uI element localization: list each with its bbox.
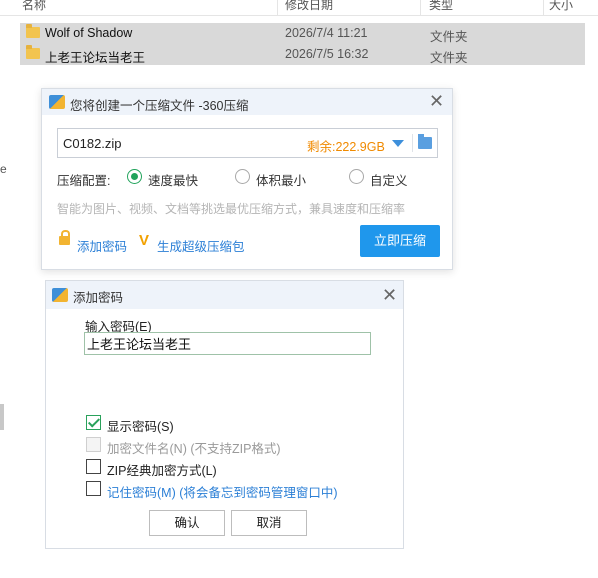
divider — [412, 134, 413, 152]
lock-icon[interactable] — [59, 230, 70, 245]
add-password-link[interactable]: 添加密码 — [77, 236, 127, 255]
column-divider[interactable] — [277, 0, 278, 16]
left-pane-selection — [0, 404, 4, 430]
password-dialog: 添加密码 ✕ 输入密码(E) 显示密码(S) 加密文件名(N) (不支持ZIP格… — [45, 280, 404, 549]
radio-fastest-label[interactable]: 速度最快 — [148, 170, 198, 189]
folder-icon — [26, 24, 40, 38]
compress-hint: 智能为图片、视频、文档等挑选最优压缩方式，兼具速度和压缩率 — [57, 202, 406, 216]
folder-browse-icon[interactable] — [418, 134, 432, 149]
compress-config-label: 压缩配置: — [57, 174, 111, 188]
folder-icon — [26, 45, 40, 59]
compress-dialog-title: 您将创建一个压缩文件 -360压缩 — [70, 99, 249, 113]
free-space-text: 剩余:222.9GB — [307, 140, 385, 154]
column-header: 名称 修改日期 类型 大小 — [0, 0, 598, 16]
password-dialog-titlebar[interactable]: 添加密码 ✕ — [46, 281, 403, 309]
left-pane-text: e — [0, 162, 7, 176]
file-name: Wolf of Shadow — [45, 26, 133, 40]
show-password-label[interactable]: 显示密码(S) — [107, 416, 174, 435]
chevron-down-icon[interactable] — [392, 140, 404, 147]
super-v-icon[interactable]: V — [139, 232, 149, 249]
password-input[interactable] — [84, 332, 371, 355]
column-date[interactable]: 修改日期 — [285, 0, 333, 13]
zip-classic-encryption-label[interactable]: ZIP经典加密方式(L) — [107, 460, 217, 479]
file-type: 文件夹 — [430, 51, 468, 65]
show-password-checkbox[interactable] — [86, 415, 101, 430]
column-type[interactable]: 类型 — [429, 0, 453, 13]
file-row[interactable]: Wolf of Shadow 2026/7/4 11:21 文件夹 — [20, 23, 585, 44]
password-dialog-title: 添加密码 — [73, 291, 124, 305]
column-divider[interactable] — [543, 0, 544, 16]
compress-dialog: 您将创建一个压缩文件 -360压缩 ✕ C0182.zip 剩余:222.9GB… — [41, 88, 453, 270]
file-date: 2026/7/4 11:21 — [285, 26, 368, 40]
360zip-app-icon — [49, 95, 65, 109]
close-icon[interactable]: ✕ — [429, 92, 444, 110]
column-divider[interactable] — [420, 0, 421, 16]
file-type: 文件夹 — [430, 30, 468, 44]
archive-path-field[interactable]: C0182.zip 剩余:222.9GB — [57, 128, 438, 158]
radio-smallest-label[interactable]: 体积最小 — [256, 170, 306, 189]
super-compress-link[interactable]: 生成超级压缩包 — [157, 236, 245, 255]
360zip-app-icon — [52, 288, 68, 302]
remember-password-checkbox[interactable] — [86, 481, 101, 496]
archive-filename[interactable]: C0182.zip — [63, 136, 122, 151]
encrypt-filenames-checkbox — [86, 437, 101, 452]
file-name: 上老王论坛当老王 — [45, 51, 146, 65]
radio-fastest[interactable] — [127, 169, 142, 184]
radio-smallest[interactable] — [235, 169, 250, 184]
file-row[interactable]: 上老王论坛当老王 2026/7/5 16:32 文件夹 — [20, 44, 585, 65]
compress-now-button[interactable]: 立即压缩 — [360, 225, 440, 257]
confirm-button[interactable]: 确认 — [149, 510, 225, 536]
close-icon[interactable]: ✕ — [382, 286, 397, 304]
column-size[interactable]: 大小 — [549, 0, 573, 13]
cancel-button[interactable]: 取消 — [231, 510, 307, 536]
radio-custom-label[interactable]: 自定义 — [370, 170, 408, 189]
file-date: 2026/7/5 16:32 — [285, 47, 369, 61]
zip-classic-encryption-checkbox[interactable] — [86, 459, 101, 474]
column-name[interactable]: 名称 — [22, 0, 46, 13]
remember-password-label[interactable]: 记住密码(M) (将会备忘到密码管理窗口中) — [107, 482, 338, 501]
encrypt-filenames-label: 加密文件名(N) (不支持ZIP格式) — [107, 442, 281, 456]
compress-dialog-titlebar[interactable]: 您将创建一个压缩文件 -360压缩 ✕ — [42, 89, 452, 115]
radio-custom[interactable] — [349, 169, 364, 184]
